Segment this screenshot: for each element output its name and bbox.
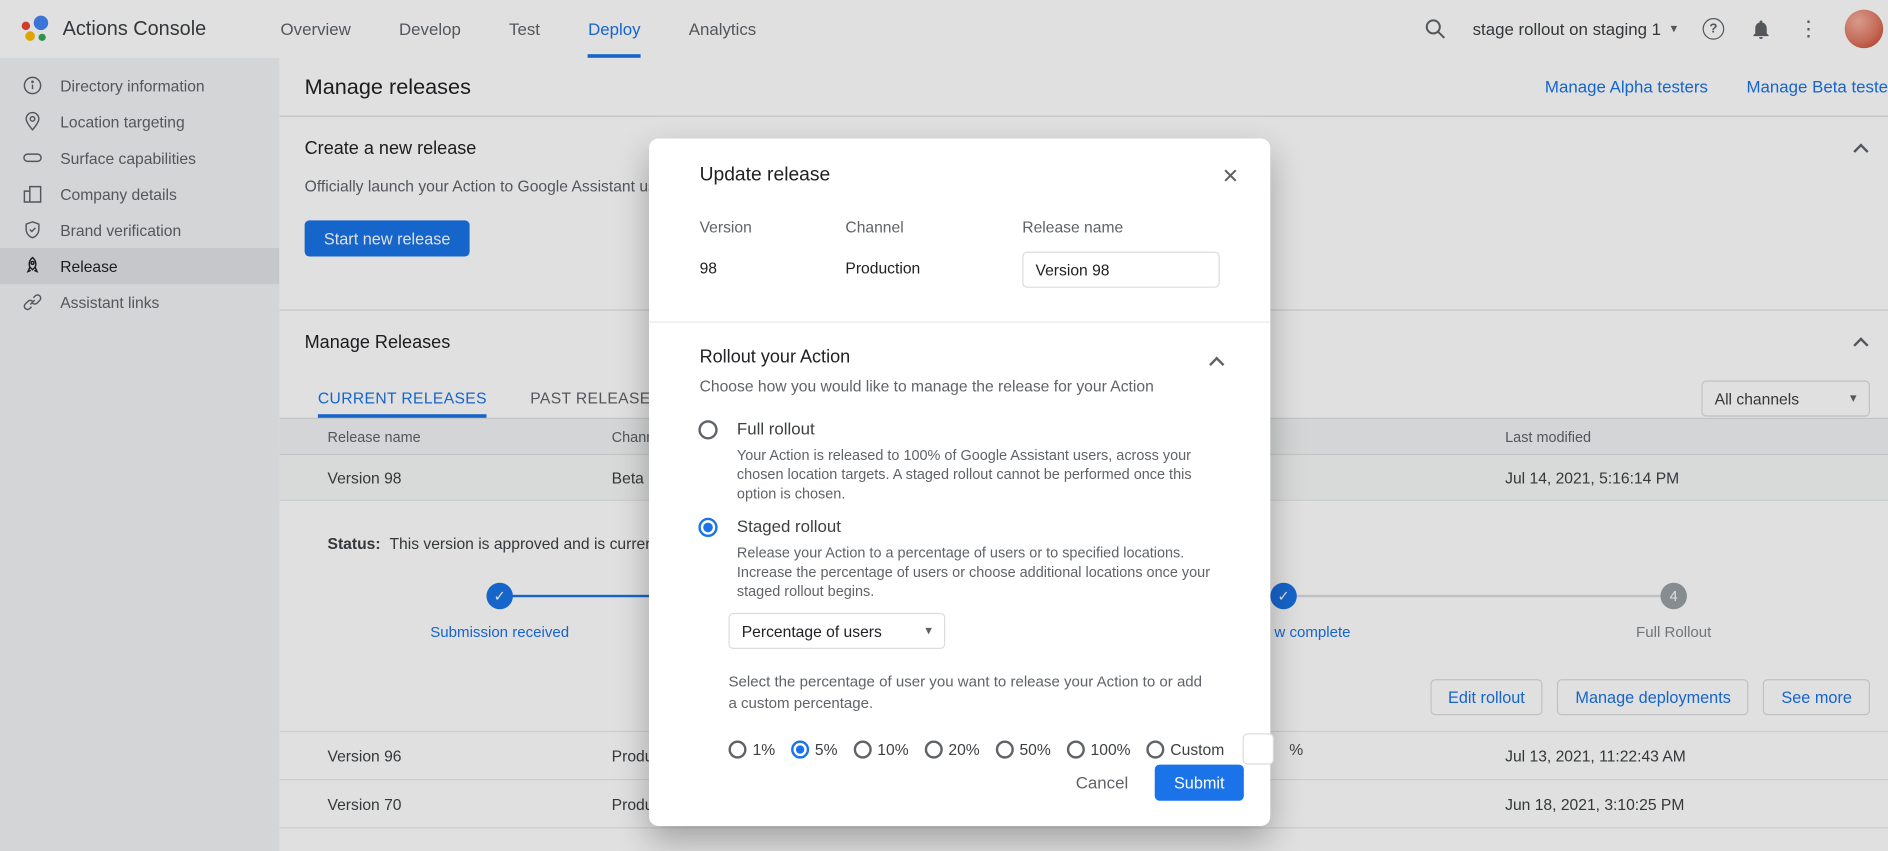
dialog-title: Update release [700, 165, 831, 187]
percentage-option-50[interactable]: 50% [995, 740, 1050, 758]
full-rollout-option[interactable]: Full rollout Your Action is released to … [649, 418, 1270, 503]
page: Actions Console Overview Develop Test De… [0, 0, 1888, 851]
custom-percentage-input[interactable] [1242, 733, 1273, 764]
submit-button[interactable]: Submit [1155, 765, 1244, 801]
rollout-section-subtitle: Choose how you would like to manage the … [700, 377, 1220, 396]
percentage-option-20[interactable]: 20% [924, 740, 979, 758]
staged-rollout-radio[interactable] [698, 518, 717, 537]
percentage-option-5[interactable]: 5% [791, 740, 838, 758]
percentage-options: 1% 5% 10% 20% 50% 100% [728, 733, 1270, 764]
staged-rollout-option[interactable]: Staged rollout Release your Action to a … [649, 515, 1270, 600]
rollout-type-select[interactable]: Percentage of users ▾ [728, 613, 945, 649]
update-release-dialog: Update release ✕ Version 98 Channel Prod… [649, 138, 1270, 826]
channel-label: Channel [845, 218, 1022, 237]
percentage-option-10[interactable]: 10% [853, 740, 908, 758]
percentage-radio-50[interactable] [995, 740, 1013, 758]
rollout-section-title: Rollout your Action [700, 347, 1220, 369]
percentage-radio-10[interactable] [853, 740, 871, 758]
percentage-radio-20[interactable] [924, 740, 942, 758]
percentage-option-custom[interactable]: Custom [1146, 740, 1224, 758]
version-label: Version [700, 218, 846, 237]
percentage-radio-custom[interactable] [1146, 740, 1164, 758]
percentage-hint: Select the percentage of user you want t… [728, 671, 1210, 714]
cancel-button[interactable]: Cancel [1061, 765, 1142, 801]
channel-value: Production [845, 259, 1022, 278]
percentage-option-100[interactable]: 100% [1066, 740, 1130, 758]
version-value: 98 [700, 259, 846, 278]
close-icon[interactable]: ✕ [1222, 166, 1239, 186]
percentage-radio-100[interactable] [1066, 740, 1084, 758]
full-rollout-radio[interactable] [698, 420, 717, 439]
percentage-option-1[interactable]: 1% [728, 740, 775, 758]
percentage-radio-1[interactable] [728, 740, 746, 758]
release-name-label: Release name [1022, 218, 1219, 237]
release-name-input[interactable] [1022, 252, 1219, 288]
caret-down-icon: ▾ [925, 624, 932, 637]
percent-suffix: % [1289, 740, 1303, 758]
percentage-radio-5[interactable] [791, 740, 809, 758]
